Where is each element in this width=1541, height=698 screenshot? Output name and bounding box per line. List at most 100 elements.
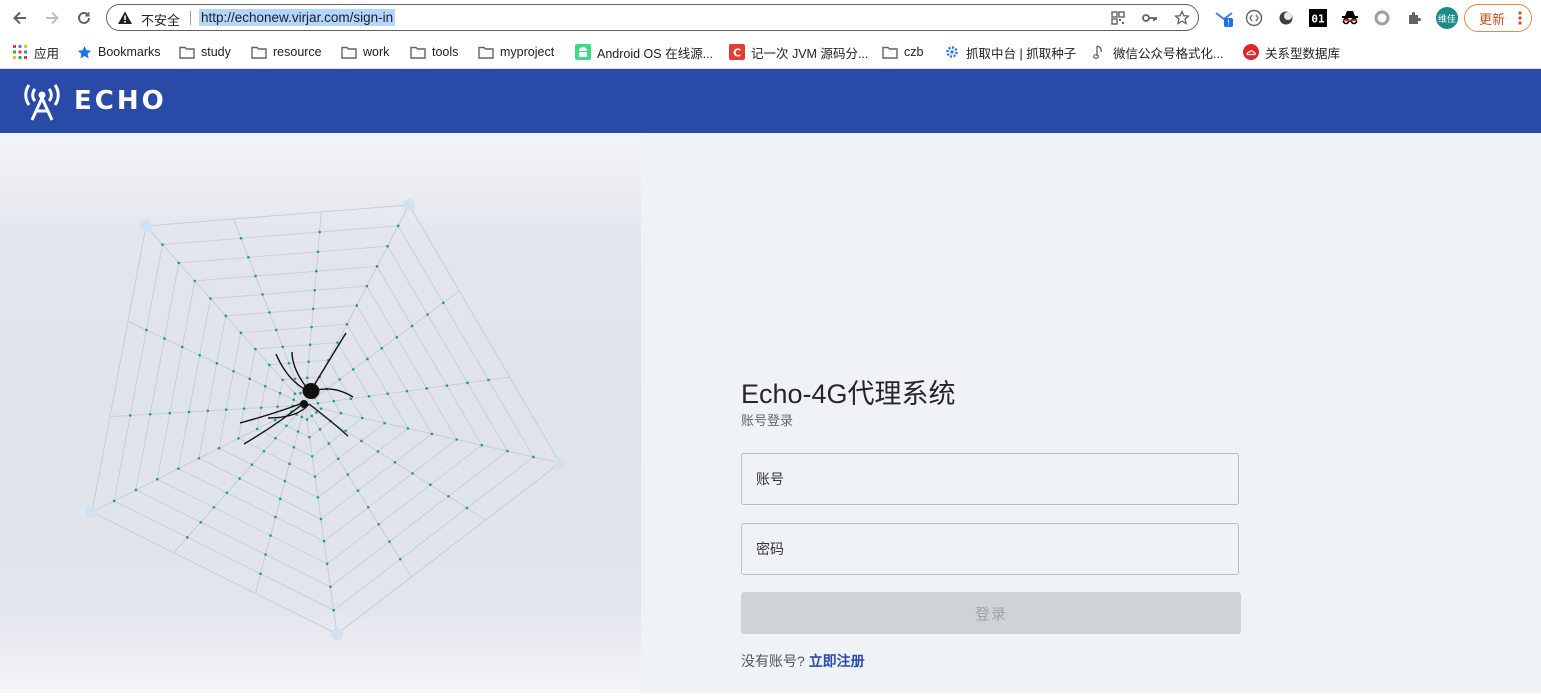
dark-reader-icon[interactable] — [1276, 8, 1296, 28]
code-extension-icon[interactable] — [1244, 8, 1264, 28]
web-node-dot — [310, 325, 313, 329]
web-node-dot — [360, 416, 364, 420]
web-node-dot — [532, 455, 535, 459]
puzzle-extensions-icon[interactable] — [1404, 8, 1424, 28]
web-node-dot — [239, 331, 243, 335]
bookmark-folder-study[interactable]: study — [179, 42, 231, 62]
cloud-db-icon — [1243, 44, 1259, 60]
web-node-dot — [254, 347, 257, 351]
register-link[interactable]: 立即注册 — [809, 653, 865, 669]
web-node-dot — [292, 398, 296, 401]
login-button[interactable]: 登录 — [741, 592, 1241, 634]
web-anchor-dot — [331, 628, 343, 640]
web-node-dot — [426, 313, 429, 316]
web-node-dot — [287, 361, 291, 365]
bookmark-crawl-platform[interactable]: 抓取中台 | 抓取种子 — [944, 42, 1076, 62]
bookmark-label: study — [201, 45, 231, 59]
web-node-dot — [156, 477, 159, 481]
reload-icon — [78, 11, 90, 24]
web-node-dot — [322, 539, 326, 543]
web-node-dot — [396, 224, 400, 228]
password-field[interactable] — [741, 523, 1239, 575]
bookmark-folder-myproject[interactable]: myproject — [478, 42, 554, 62]
bookmark-label: czb — [904, 45, 924, 59]
incognito-extension-icon[interactable] — [1340, 8, 1360, 28]
web-node-dot — [300, 415, 304, 419]
bookmark-folder-work[interactable]: work — [341, 42, 389, 62]
web-node-dot — [288, 462, 291, 466]
web-ring-line — [113, 225, 535, 611]
web-node-dot — [338, 378, 341, 381]
web-node-dot — [217, 446, 221, 450]
web-node-dot — [410, 324, 414, 328]
web-node-dot — [375, 265, 379, 268]
back-button[interactable] — [8, 6, 32, 30]
web-node-dot — [349, 397, 353, 401]
web-node-dot — [377, 522, 381, 526]
web-node-dot — [163, 337, 166, 340]
web-node-dot — [447, 495, 450, 498]
spider-abdomen — [302, 383, 320, 399]
star-bookmark-icon[interactable] — [1173, 9, 1191, 27]
bookmark-folder-czb[interactable]: czb — [882, 42, 923, 62]
web-node-dot — [276, 405, 279, 408]
bookmarks-bar: 应用 Bookmarks study resource work tools m… — [0, 36, 1541, 69]
update-button[interactable]: 更新 — [1464, 4, 1532, 32]
bookmark-folder-tools[interactable]: tools — [410, 42, 458, 62]
illustration-panel — [0, 133, 641, 693]
web-node-dot — [180, 345, 184, 349]
ring-extension-icon[interactable] — [1372, 8, 1392, 28]
web-node-dot — [344, 429, 347, 433]
web-anchor-dot — [554, 457, 566, 469]
key-icon[interactable] — [1141, 9, 1159, 27]
url-text[interactable]: http://echonew.virjar.com/sign-in — [199, 9, 396, 26]
bookmark-wechat-format[interactable]: 微信公众号格式化... — [1091, 42, 1223, 62]
login-title: Echo-4G代理系统 — [741, 379, 956, 409]
web-node-dot — [455, 438, 458, 441]
signal-tower-icon — [24, 84, 60, 121]
web-node-dot — [425, 387, 429, 390]
bookmark-relational-db[interactable]: 关系型数据库 — [1243, 42, 1340, 62]
password-input[interactable] — [742, 524, 1238, 574]
web-node-dot — [319, 517, 323, 521]
bookmark-bookmarks[interactable]: Bookmarks — [76, 42, 161, 62]
echo-logo[interactable]: ECHO — [20, 78, 167, 124]
web-node-dot — [445, 384, 449, 387]
spider-leg — [239, 401, 306, 424]
web-node-dot — [263, 384, 267, 388]
android-icon — [575, 44, 591, 60]
forward-button[interactable] — [40, 6, 64, 30]
web-node-dot — [145, 328, 148, 332]
web-node-dot — [239, 237, 243, 240]
web-node-dot — [212, 506, 216, 509]
web-node-dot — [293, 377, 297, 381]
web-anchor-dot — [140, 220, 152, 232]
web-node-dot — [386, 392, 389, 395]
arrow-right-icon — [46, 11, 59, 25]
address-bar[interactable]: 不安全 http://echonew.virjar.com/sign-in — [106, 4, 1199, 31]
account-input[interactable] — [742, 454, 1238, 504]
bookmark-android-os[interactable]: Android OS 在线源... — [575, 42, 713, 62]
bookmark-folder-resource[interactable]: resource — [251, 42, 322, 62]
profile-avatar[interactable]: 维佳 — [1436, 7, 1458, 29]
web-node-dot — [339, 411, 343, 415]
no-account-text: 没有账号? — [741, 653, 805, 669]
security-label[interactable]: 不安全 — [141, 10, 180, 29]
account-field[interactable] — [741, 453, 1239, 505]
bookmark-label: 抓取中台 | 抓取种子 — [966, 46, 1077, 61]
web-node-dot — [215, 362, 219, 365]
web-node-dot — [405, 389, 409, 393]
web-node-dot — [386, 244, 389, 248]
web-node-dot — [308, 343, 312, 346]
web-node-dot — [305, 376, 309, 380]
binary-extension-icon[interactable]: 01 — [1308, 8, 1328, 28]
mail-extension-icon[interactable]: ! — [1214, 8, 1234, 28]
folder-icon — [478, 44, 494, 60]
bookmark-apps[interactable]: 应用 — [12, 42, 59, 62]
bookmark-jvm-article[interactable]: C 记一次 JVM 源码分... — [729, 42, 868, 62]
qr-code-icon[interactable] — [1109, 9, 1127, 27]
warning-icon[interactable] — [117, 10, 133, 26]
reload-button[interactable] — [72, 6, 96, 30]
web-node-dot — [254, 274, 257, 278]
web-node-dot — [193, 279, 197, 283]
